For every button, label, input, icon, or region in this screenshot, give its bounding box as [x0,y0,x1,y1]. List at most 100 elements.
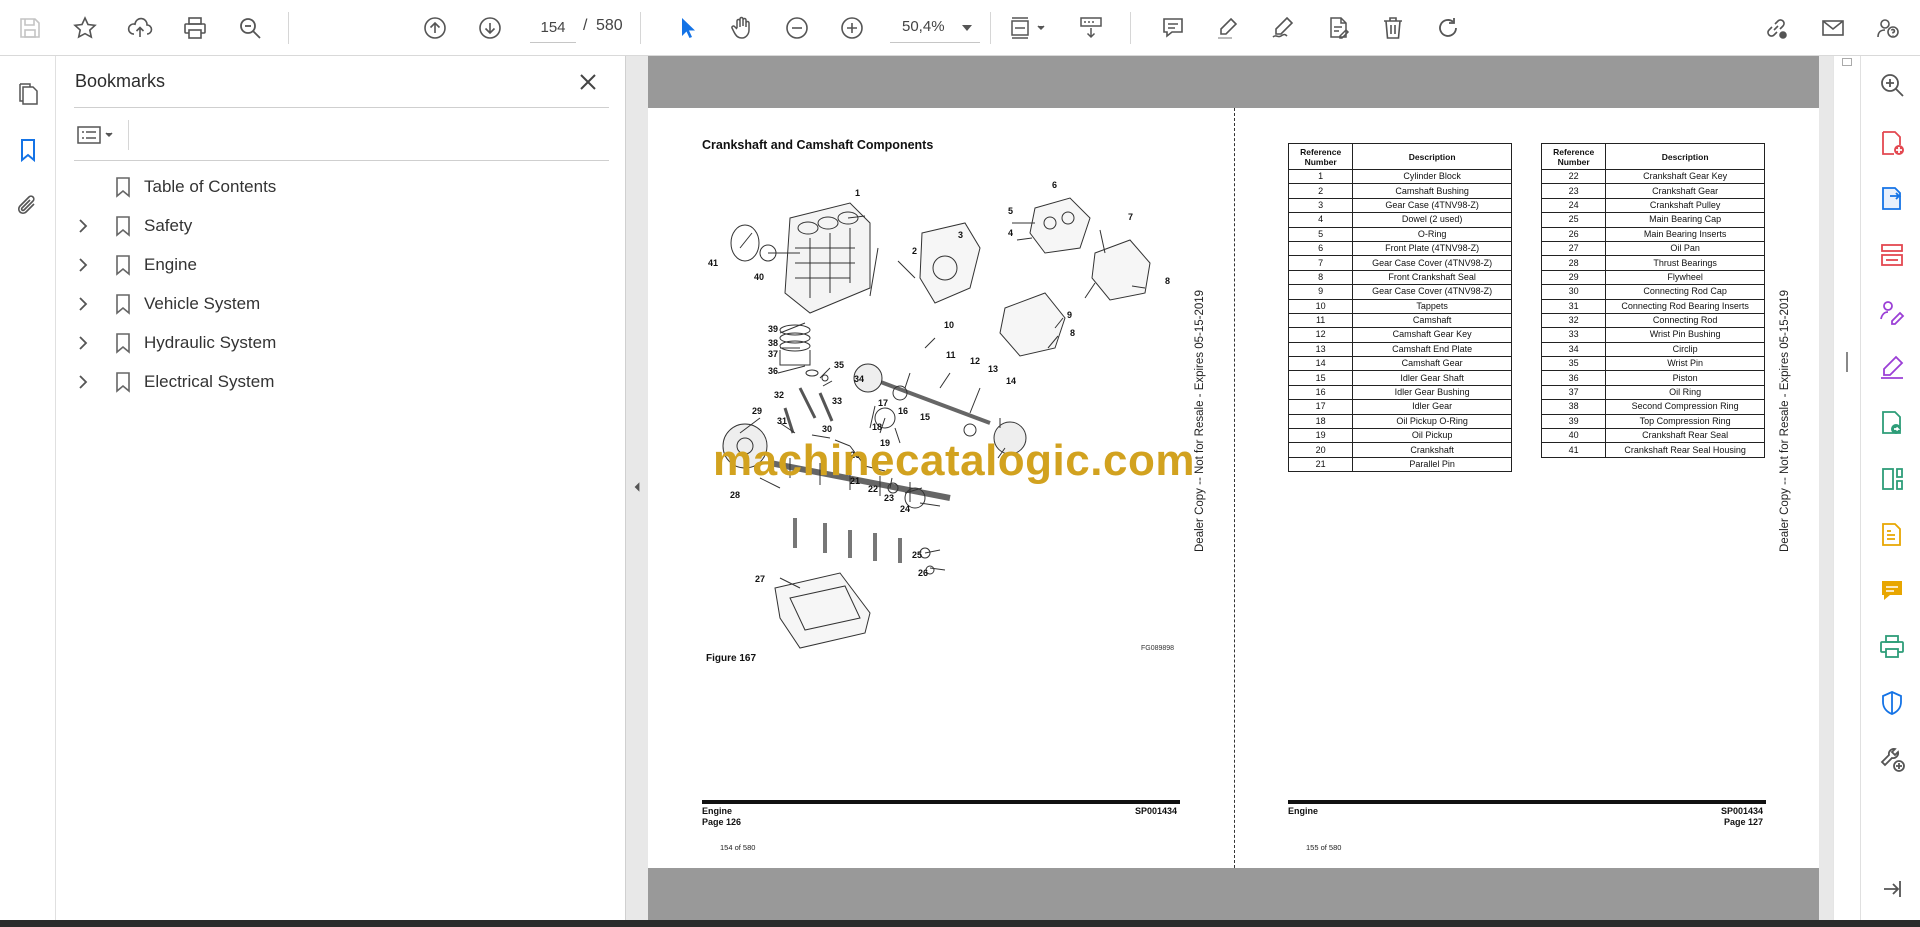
description-cell: Crankshaft Pulley [1605,197,1765,214]
toolbar-divider [640,12,641,44]
reference-number-cell: 28 [1540,255,1607,271]
search-icon[interactable] [234,12,266,44]
save-icon[interactable] [14,12,46,44]
highlight-icon[interactable] [1212,12,1244,44]
callout: 28 [730,490,741,500]
print-icon[interactable] [179,12,211,44]
vertical-scrollbar[interactable] [1833,56,1860,920]
fill-sign-icon[interactable] [1877,296,1907,326]
page-counter: 154 of 580 [720,843,756,852]
zoom-out-icon[interactable] [781,12,813,44]
reference-number-cell: 8 [1287,269,1354,286]
bookmark-item-table-of-contents[interactable]: Table of Contents [74,169,594,205]
close-icon[interactable] [576,70,600,94]
reference-number-cell: 13 [1287,341,1354,358]
description-cell: Circlip [1605,341,1765,358]
table-row: 37 Oil Ring [1540,384,1765,401]
more-tools-icon[interactable] [1877,744,1907,774]
upload-cloud-icon[interactable] [124,12,156,44]
callout: 41 [708,258,719,268]
account-help-icon[interactable] [1872,12,1904,44]
footer-page: Page 126 [702,817,742,827]
table-row: 34 Circlip [1540,341,1765,358]
chevron-right-icon[interactable] [76,374,90,390]
fit-page-icon[interactable] [1004,12,1052,44]
table-row: 7 Gear Case Cover (4TNV98-Z) [1287,255,1512,271]
shield-icon[interactable] [1877,688,1907,718]
callout: 8 [1165,276,1171,286]
comment-tool-icon[interactable] [1877,576,1907,606]
draw-icon[interactable] [1267,12,1299,44]
page-thumbnails-icon[interactable] [12,78,44,110]
zoom-level-select[interactable]: 50,4% [890,13,980,43]
create-pdf-icon[interactable] [1877,128,1907,158]
print-production-icon[interactable] [1877,632,1907,662]
bookmark-star-icon[interactable] [69,12,101,44]
list-options-icon [77,126,113,144]
next-page-icon[interactable] [474,12,506,44]
chevron-right-icon[interactable] [76,335,90,351]
email-icon[interactable] [1817,12,1849,44]
scrollbar-grip[interactable] [1846,352,1848,372]
table-row: 22 Crankshaft Gear Key [1540,168,1765,185]
toolbar-divider [288,12,289,44]
description-cell: O-Ring [1352,226,1512,242]
rotate-icon[interactable] [1432,12,1464,44]
bookmark-label: Electrical System [144,372,275,391]
reference-number-cell: 33 [1540,327,1607,343]
chevron-right-icon[interactable] [76,218,90,234]
reference-number-cell: 26 [1540,226,1607,242]
collapse-left-panel-icon[interactable] [630,472,644,502]
page-gap [648,56,1819,108]
reference-number-cell: 6 [1287,240,1354,257]
table-row: 11 Camshaft [1287,312,1512,329]
compress-pdf-icon[interactable] [1877,464,1907,494]
bookmark-item-engine[interactable]: Engine [74,247,594,283]
scrollbar-thumb[interactable] [1842,58,1852,66]
protect-pdf-icon[interactable] [1877,520,1907,550]
select-cursor-icon[interactable] [671,12,703,44]
reference-number-cell: 16 [1287,384,1354,401]
attachments-icon[interactable] [12,190,44,222]
zoom-search-icon[interactable] [1877,70,1907,100]
footer-rule [1288,800,1766,804]
callout: 3 [958,230,964,240]
bookmarks-icon[interactable] [12,134,44,166]
reference-number-cell: 22 [1540,168,1607,185]
callout: 31 [777,416,788,426]
column-header: Reference Number [1287,143,1354,170]
description-cell: Front Plate (4TNV98-Z) [1352,240,1512,257]
table-row: 14 Camshaft Gear [1287,356,1512,372]
combine-files-icon[interactable] [1877,408,1907,438]
bookmark-options-menu[interactable] [75,120,119,150]
table-row: 40 Crankshaft Rear Seal [1540,428,1765,444]
request-signature-icon[interactable] [1877,352,1907,382]
reference-number-cell: 40 [1540,428,1607,444]
comment-icon[interactable] [1157,12,1189,44]
reference-number-cell: 25 [1540,212,1607,228]
export-pdf-icon[interactable] [1877,184,1907,214]
edit-text-icon[interactable] [1322,12,1354,44]
share-link-icon[interactable] [1760,12,1792,44]
bookmark-item-hydraulic-system[interactable]: Hydraulic System [74,325,594,361]
description-cell: Idler Gear Bushing [1352,384,1512,401]
description-cell: Oil Ring [1605,384,1765,401]
hand-tool-icon[interactable] [726,12,758,44]
description-cell: Gear Case Cover (4TNV98-Z) [1352,284,1512,300]
chevron-right-icon[interactable] [76,296,90,312]
reference-number-cell: 41 [1540,442,1607,458]
page-separator: / [583,17,588,34]
description-cell: Top Compression Ring [1605,413,1765,430]
zoom-in-icon[interactable] [836,12,868,44]
bookmark-item-vehicle-system[interactable]: Vehicle System [74,286,594,322]
organize-pages-icon[interactable] [1877,240,1907,270]
delete-icon[interactable] [1377,12,1409,44]
bookmark-item-safety[interactable]: Safety [74,208,594,244]
scroll-mode-icon[interactable] [1075,12,1107,44]
page-number-input[interactable] [530,13,576,43]
previous-page-icon[interactable] [419,12,451,44]
reference-number-cell: 10 [1287,298,1354,314]
expand-panel-icon[interactable] [1877,874,1907,904]
chevron-right-icon[interactable] [76,257,90,273]
bookmark-item-electrical-system[interactable]: Electrical System [74,364,594,400]
